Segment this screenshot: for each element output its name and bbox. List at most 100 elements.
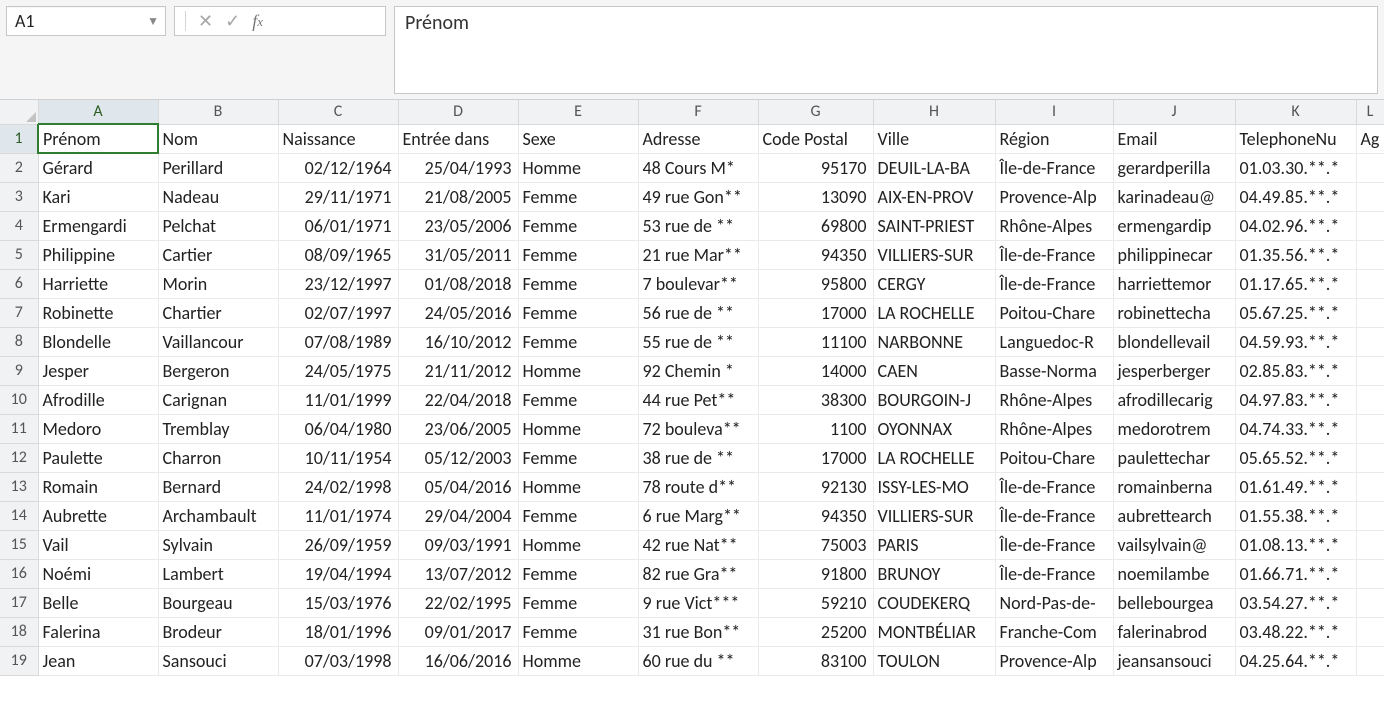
cell[interactable]: 38300 — [758, 385, 873, 414]
cell[interactable]: Bernard — [158, 472, 278, 501]
cell[interactable]: Ermengardi — [38, 211, 158, 240]
row-header[interactable]: 11 — [0, 414, 38, 443]
cell[interactable]: Kari — [38, 182, 158, 211]
cell-I1[interactable]: Région — [995, 124, 1113, 153]
col-header-K[interactable]: K — [1235, 100, 1356, 124]
cell[interactable]: romainberna — [1113, 472, 1235, 501]
cell[interactable]: 16/10/2012 — [398, 327, 518, 356]
cell[interactable]: Femme — [518, 617, 638, 646]
cell[interactable]: 05.65.52.**.* — [1235, 443, 1356, 472]
cell[interactable]: 04.59.93.**.* — [1235, 327, 1356, 356]
row-header[interactable]: 6 — [0, 269, 38, 298]
cell[interactable]: 10/11/1954 — [278, 443, 398, 472]
cell[interactable]: Philippine — [38, 240, 158, 269]
cell[interactable]: PARIS — [873, 530, 995, 559]
cell[interactable]: falerinabrod — [1113, 617, 1235, 646]
cell[interactable]: Homme — [518, 472, 638, 501]
cell-J1[interactable]: Email — [1113, 124, 1235, 153]
cell[interactable]: DEUIL-LA-BA — [873, 153, 995, 182]
cell[interactable] — [1356, 501, 1384, 530]
cell[interactable]: 07/03/1998 — [278, 646, 398, 675]
cell[interactable]: 24/02/1998 — [278, 472, 398, 501]
cell[interactable]: 91800 — [758, 559, 873, 588]
cell[interactable] — [1356, 385, 1384, 414]
cell[interactable]: jesperberger — [1113, 356, 1235, 385]
cell[interactable] — [1356, 472, 1384, 501]
row-header[interactable]: 13 — [0, 472, 38, 501]
row-header[interactable]: 19 — [0, 646, 38, 675]
cell[interactable]: 04.25.64.**.* — [1235, 646, 1356, 675]
cell[interactable]: 01.08.13.**.* — [1235, 530, 1356, 559]
cell[interactable]: 24/05/1975 — [278, 356, 398, 385]
cell[interactable]: Aubrette — [38, 501, 158, 530]
cell[interactable]: Homme — [518, 530, 638, 559]
cell[interactable]: 60 rue du ** — [638, 646, 758, 675]
cell[interactable] — [1356, 443, 1384, 472]
col-header-E[interactable]: E — [518, 100, 638, 124]
cell[interactable]: 21/11/2012 — [398, 356, 518, 385]
cell[interactable]: 25/04/1993 — [398, 153, 518, 182]
cell[interactable]: Vaillancour — [158, 327, 278, 356]
chevron-down-icon[interactable]: ▼ — [147, 14, 159, 29]
cell[interactable]: 56 rue de ** — [638, 298, 758, 327]
cell[interactable]: 75003 — [758, 530, 873, 559]
cell[interactable]: 21 rue Mar** — [638, 240, 758, 269]
cell[interactable] — [1356, 153, 1384, 182]
cell[interactable]: Femme — [518, 211, 638, 240]
cell[interactable]: 11100 — [758, 327, 873, 356]
cell[interactable] — [1356, 182, 1384, 211]
cell[interactable]: 04.49.85.**.* — [1235, 182, 1356, 211]
cell[interactable]: 95170 — [758, 153, 873, 182]
fx-icon[interactable]: fx — [252, 12, 263, 30]
cell[interactable]: Charron — [158, 443, 278, 472]
cell[interactable]: 38 rue de ** — [638, 443, 758, 472]
col-header-A[interactable]: A — [38, 100, 158, 124]
cell[interactable]: Homme — [518, 153, 638, 182]
cell-B1[interactable]: Nom — [158, 124, 278, 153]
cell[interactable]: Franche-Com — [995, 617, 1113, 646]
cell[interactable]: 94350 — [758, 240, 873, 269]
col-header-C[interactable]: C — [278, 100, 398, 124]
cell[interactable]: Tremblay — [158, 414, 278, 443]
cell[interactable]: Poitou-Chare — [995, 298, 1113, 327]
cell[interactable]: 59210 — [758, 588, 873, 617]
spreadsheet-grid[interactable]: A B C D E F G H I J K L 1 Prénom Nom Nai… — [0, 100, 1384, 711]
cell[interactable]: Noémi — [38, 559, 158, 588]
cell[interactable]: Robinette — [38, 298, 158, 327]
cell[interactable]: 01.55.38.**.* — [1235, 501, 1356, 530]
cell-F1[interactable]: Adresse — [638, 124, 758, 153]
cell[interactable]: 02/07/1997 — [278, 298, 398, 327]
row-header[interactable]: 18 — [0, 617, 38, 646]
cell[interactable]: 05/04/2016 — [398, 472, 518, 501]
cell[interactable]: 11/01/1974 — [278, 501, 398, 530]
cell[interactable]: Nadeau — [158, 182, 278, 211]
cell[interactable]: 18/01/1996 — [278, 617, 398, 646]
cell[interactable] — [1356, 559, 1384, 588]
cell[interactable]: Archambault — [158, 501, 278, 530]
cell-A1[interactable]: Prénom — [38, 124, 158, 153]
cell[interactable]: NARBONNE — [873, 327, 995, 356]
cell[interactable]: Morin — [158, 269, 278, 298]
cell[interactable]: 53 rue de ** — [638, 211, 758, 240]
cell[interactable]: Femme — [518, 501, 638, 530]
cell[interactable]: robinettecha — [1113, 298, 1235, 327]
select-all-corner[interactable] — [0, 100, 38, 124]
cell[interactable]: afrodillecarig — [1113, 385, 1235, 414]
cell[interactable]: Île-de-France — [995, 153, 1113, 182]
cell[interactable]: Romain — [38, 472, 158, 501]
cell[interactable]: Femme — [518, 182, 638, 211]
cell[interactable]: Île-de-France — [995, 472, 1113, 501]
cell[interactable]: 17000 — [758, 443, 873, 472]
cell[interactable]: 03.54.27.**.* — [1235, 588, 1356, 617]
cell[interactable]: 01.66.71.**.* — [1235, 559, 1356, 588]
row-header[interactable]: 14 — [0, 501, 38, 530]
cell[interactable]: 26/09/1959 — [278, 530, 398, 559]
cell[interactable]: Homme — [518, 646, 638, 675]
row-header[interactable]: 4 — [0, 211, 38, 240]
cell[interactable]: 44 rue Pet** — [638, 385, 758, 414]
cell[interactable]: Jesper — [38, 356, 158, 385]
col-header-D[interactable]: D — [398, 100, 518, 124]
cell[interactable]: COUDEKERQ — [873, 588, 995, 617]
cell[interactable]: BOURGOIN-J — [873, 385, 995, 414]
cell[interactable]: 6 rue Marg** — [638, 501, 758, 530]
